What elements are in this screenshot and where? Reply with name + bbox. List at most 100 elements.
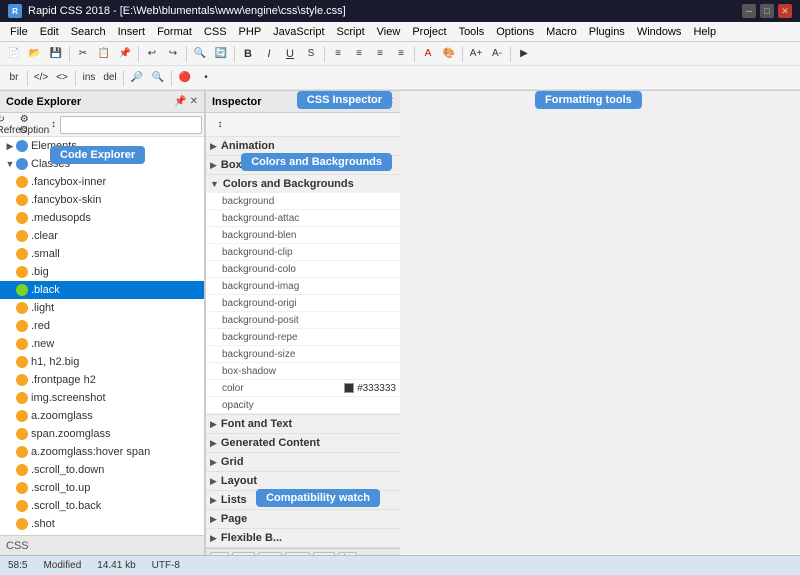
tb-redo[interactable]: ↪ <box>163 44 183 64</box>
list-item[interactable]: .big <box>0 263 204 281</box>
menu-edit[interactable]: Edit <box>34 22 65 41</box>
list-item[interactable]: .fancybox-inner <box>0 173 204 191</box>
list-item[interactable]: .frontpage h2 <box>0 371 204 389</box>
tb-undo[interactable]: ↩ <box>142 44 162 64</box>
tb-copy[interactable]: 📋 <box>94 44 114 64</box>
tb-align-left[interactable]: ≡ <box>328 44 348 64</box>
list-item[interactable]: img.screenshot <box>0 389 204 407</box>
tb-bgcolor[interactable]: 🎨 <box>439 44 459 64</box>
tb-align-justify[interactable]: ≡ <box>391 44 411 64</box>
tb-italic[interactable]: I <box>259 44 279 64</box>
menu-php[interactable]: PHP <box>233 22 268 41</box>
sort-button[interactable]: ↕ <box>50 115 57 135</box>
insp-group-grid-header[interactable]: ▶ Grid <box>206 453 400 471</box>
insp-group-page-header[interactable]: ▶ Page <box>206 510 400 528</box>
tb2-ins[interactable]: ins <box>79 68 99 88</box>
sort-props-btn[interactable]: ↕ <box>210 115 230 135</box>
list-item[interactable]: a.zoomglass:hover span <box>0 443 204 461</box>
list-item[interactable]: .small <box>0 245 204 263</box>
menu-options[interactable]: Options <box>490 22 540 41</box>
tb-font-size-dn[interactable]: A- <box>487 44 507 64</box>
list-item[interactable]: h1, h2.big <box>0 353 204 371</box>
panel-controls[interactable]: 📌 ✕ <box>174 96 198 107</box>
tb2-del[interactable]: del <box>100 68 120 88</box>
ff-tab[interactable]: FF <box>232 552 254 556</box>
window-controls[interactable]: ─ □ ✕ <box>742 4 792 18</box>
tb-find[interactable]: 🔍 <box>190 44 210 64</box>
menu-css[interactable]: CSS <box>198 22 233 41</box>
tb-new[interactable]: 📄 <box>4 44 24 64</box>
tb-cut[interactable]: ✂ <box>73 44 93 64</box>
menu-tools[interactable]: Tools <box>453 22 491 41</box>
list-item[interactable]: .scroll_to.down <box>0 461 204 479</box>
tb-font-size-up[interactable]: A+ <box>466 44 486 64</box>
list-item[interactable]: .fancybox-skin <box>0 191 204 209</box>
list-item[interactable]: .red <box>0 317 204 335</box>
color-swatch[interactable] <box>344 383 354 393</box>
list-item[interactable]: .medusopds <box>0 209 204 227</box>
tb-save[interactable]: 💾 <box>46 44 66 64</box>
list-item[interactable]: .scroll_to.back <box>0 497 204 515</box>
panel-pin[interactable]: 📌 <box>174 96 186 107</box>
tb-open[interactable]: 📂 <box>25 44 45 64</box>
tb-bold[interactable]: B <box>238 44 258 64</box>
menu-windows[interactable]: Windows <box>631 22 688 41</box>
tb-paste[interactable]: 📌 <box>115 44 135 64</box>
menu-format[interactable]: Format <box>151 22 198 41</box>
insp-group-generated-header[interactable]: ▶ Generated Content <box>206 434 400 452</box>
tb-color[interactable]: A <box>418 44 438 64</box>
menu-macro[interactable]: Macro <box>540 22 583 41</box>
list-item-selected[interactable]: .black <box>0 281 204 299</box>
menu-insert[interactable]: Insert <box>112 22 152 41</box>
tb-replace[interactable]: 🔄 <box>211 44 231 64</box>
tb2-tag2[interactable]: <> <box>52 68 72 88</box>
tb-align-right[interactable]: ≡ <box>370 44 390 64</box>
tb-align-center[interactable]: ≡ <box>349 44 369 64</box>
classes-expander[interactable]: ▼ <box>4 158 16 170</box>
insp-group-layout-header[interactable]: ▶ Layout <box>206 472 400 490</box>
ch-tab[interactable]: CH <box>258 552 282 556</box>
menu-javascript[interactable]: JavaScript <box>267 22 330 41</box>
list-item[interactable]: .new <box>0 335 204 353</box>
explorer-search-input[interactable] <box>60 116 202 134</box>
close-button[interactable]: ✕ <box>778 4 792 18</box>
list-item[interactable]: a.zoomglass <box>0 407 204 425</box>
insp-group-flex-header[interactable]: ▶ Flexible B... <box>206 529 400 547</box>
list-item[interactable]: .clear <box>0 227 204 245</box>
insp-group-colors-header[interactable]: ▼ Colors and Backgrounds <box>206 175 400 193</box>
ip-tab[interactable]: iP <box>338 552 357 556</box>
tb2-tag1[interactable]: </> <box>31 68 51 88</box>
menu-help[interactable]: Help <box>687 22 722 41</box>
sf-tab[interactable]: SF <box>313 552 336 556</box>
list-item[interactable]: .shot <box>0 515 204 533</box>
flex-title: Flexible B... <box>221 532 282 544</box>
ie-tab[interactable]: IE <box>210 552 229 556</box>
tb2-zoom-in[interactable]: 🔎 <box>127 68 147 88</box>
menu-view[interactable]: View <box>371 22 407 41</box>
list-item[interactable]: span.zoomglass <box>0 425 204 443</box>
tb2-zoom-out[interactable]: 🔍 <box>148 68 168 88</box>
panel-close[interactable]: ✕ <box>190 96 198 107</box>
grid-expander: ▶ <box>210 457 217 468</box>
list-item[interactable]: .light <box>0 299 204 317</box>
insp-group-font-header[interactable]: ▶ Font and Text <box>206 415 400 433</box>
toolbar-row-2: br </> <> ins del 🔎 🔍 🔴 • <box>0 66 800 90</box>
list-item[interactable]: .scroll_to.up <box>0 479 204 497</box>
op-tab[interactable]: OP <box>285 552 309 556</box>
menu-script[interactable]: Script <box>331 22 371 41</box>
menu-search[interactable]: Search <box>65 22 112 41</box>
tb2-dot[interactable]: • <box>196 68 216 88</box>
menu-file[interactable]: File <box>4 22 34 41</box>
tb2-color2[interactable]: 🔴 <box>175 68 195 88</box>
menu-plugins[interactable]: Plugins <box>583 22 631 41</box>
maximize-button[interactable]: □ <box>760 4 774 18</box>
animation-title: Animation <box>221 140 275 152</box>
minimize-button[interactable]: ─ <box>742 4 756 18</box>
elements-expander[interactable]: ▶ <box>4 140 16 152</box>
tb-strike[interactable]: S <box>301 44 321 64</box>
tb-underline[interactable]: U <box>280 44 300 64</box>
tb-preview[interactable]: ▶ <box>514 44 534 64</box>
options-button[interactable]: ⚙ Options <box>27 115 47 135</box>
tb2-br[interactable]: br <box>4 68 24 88</box>
menu-project[interactable]: Project <box>406 22 452 41</box>
